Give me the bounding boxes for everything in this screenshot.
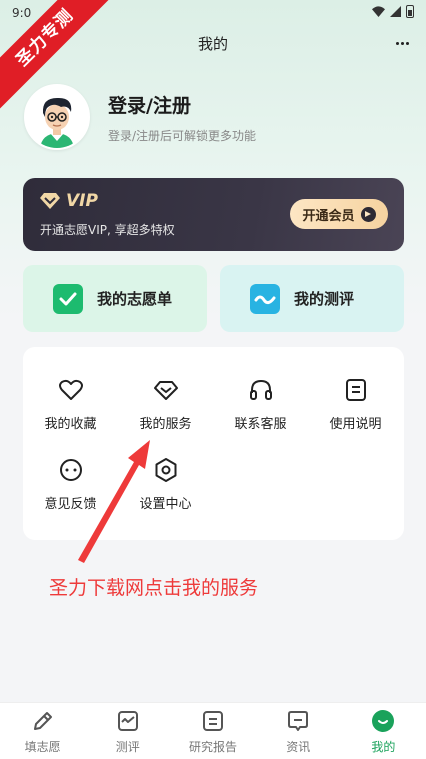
tab-fill-volunteer[interactable]: 填志愿	[0, 703, 85, 759]
service-customer-support[interactable]: 联系客服	[213, 377, 308, 432]
tab-label: 资讯	[286, 740, 311, 754]
login-subtitle: 登录/注册后可解锁更多功能	[108, 129, 257, 143]
service-label: 联系客服	[234, 417, 287, 432]
avatar-illustration-icon	[26, 86, 88, 148]
bottom-tab-bar: 填志愿 测评 研究报告 资讯 我的	[0, 702, 426, 759]
login-register-link[interactable]: 登录/注册	[108, 91, 191, 118]
tab-label: 我的	[371, 740, 396, 754]
my-volunteer-list-label: 我的志愿单	[97, 290, 173, 308]
pen-icon	[33, 712, 52, 730]
my-assessment-label: 我的测评	[294, 290, 355, 308]
tab-label: 测评	[115, 740, 140, 754]
chart-icon	[117, 711, 138, 731]
message-icon	[288, 711, 309, 731]
tab-research-report[interactable]: 研究报告	[170, 703, 255, 759]
service-favorites[interactable]: 我的收藏	[23, 377, 118, 432]
profile-icon	[372, 710, 395, 732]
vip-description: 开通志愿VIP, 享超多特权	[40, 223, 175, 237]
battery-icon	[406, 5, 414, 18]
service-label: 我的收藏	[44, 417, 97, 432]
status-icons	[372, 5, 414, 18]
vip-label: VIP	[66, 191, 98, 211]
pulse-icon	[250, 283, 280, 314]
report-icon	[203, 711, 223, 731]
service-settings[interactable]: 设置中心	[118, 457, 213, 512]
open-membership-label: 开通会员	[302, 208, 355, 224]
headset-icon	[249, 379, 272, 400]
settings-icon	[155, 458, 176, 482]
checklist-icon	[53, 283, 83, 314]
service-feedback[interactable]: 意见反馈	[23, 457, 118, 512]
tab-assessment[interactable]: 测评	[85, 703, 170, 759]
service-label: 我的服务	[139, 417, 192, 432]
vip-diamond-icon	[40, 193, 60, 209]
tab-mine[interactable]: 我的	[341, 703, 426, 759]
my-assessment-card[interactable]: 我的测评	[220, 265, 404, 332]
promo-caption: 圣力下载网点击我的服务	[49, 577, 259, 599]
service-label: 设置中心	[139, 497, 192, 512]
tab-label: 填志愿	[24, 740, 61, 754]
feedback-icon	[59, 459, 82, 481]
tab-label: 研究报告	[189, 740, 238, 754]
service-label: 使用说明	[329, 417, 382, 432]
service-instructions[interactable]: 使用说明	[308, 377, 403, 432]
more-icon[interactable]	[396, 38, 412, 48]
arrow-right-icon	[360, 206, 376, 222]
status-time: 9:0	[12, 6, 32, 20]
heart-icon	[58, 379, 83, 400]
service-my-services[interactable]: 我的服务	[118, 377, 213, 432]
diamond-icon	[153, 381, 178, 400]
document-icon	[345, 379, 366, 401]
tab-news[interactable]: 资讯	[256, 703, 341, 759]
avatar[interactable]	[24, 84, 90, 150]
wifi-icon	[372, 6, 385, 17]
open-membership-button[interactable]: 开通会员	[290, 199, 388, 229]
signal-icon	[390, 6, 401, 17]
service-grid: 我的收藏 我的服务 联系客服 使用说明 意见反馈 设置中心	[23, 347, 404, 540]
service-label: 意见反馈	[44, 497, 97, 512]
my-volunteer-list-card[interactable]: 我的志愿单	[23, 265, 207, 332]
vip-card[interactable]: VIP 开通志愿VIP, 享超多特权 开通会员	[23, 178, 404, 251]
